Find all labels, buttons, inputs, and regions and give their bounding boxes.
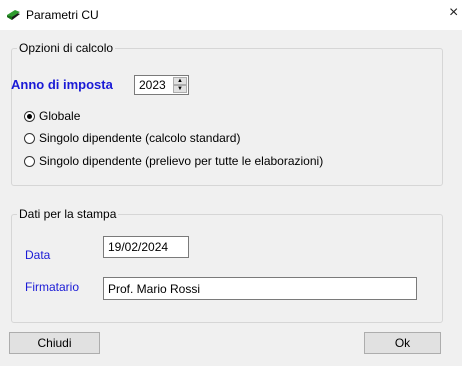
radio-singolo-standard[interactable]: Singolo dipendente (calcolo standard) (24, 131, 240, 145)
close-button[interactable]: Chiudi (9, 332, 100, 354)
radio-globale-button[interactable] (24, 110, 35, 122)
signer-field[interactable] (103, 277, 417, 300)
radio-singolo-standard-label: Singolo dipendente (calcolo standard) (39, 131, 241, 145)
print-data-legend: Dati per la stampa (17, 207, 119, 221)
radio-globale-label: Globale (39, 109, 81, 123)
year-label: Anno di imposta (11, 77, 113, 92)
radio-singolo-prelievo-label: Singolo dipendente (prelievo per tutte l… (39, 154, 324, 168)
title-bar: Parametri CU × (0, 0, 462, 30)
radio-singolo-prelievo[interactable]: Singolo dipendente (prelievo per tutte l… (24, 154, 323, 168)
date-label: Data (25, 248, 51, 262)
ok-button[interactable]: Ok (364, 332, 441, 354)
radio-singolo-standard-button[interactable] (24, 132, 35, 144)
spin-buttons: ▲ ▼ (173, 77, 187, 93)
window-title: Parametri CU (26, 8, 99, 22)
spin-up-icon[interactable]: ▲ (173, 77, 187, 85)
app-icon (7, 10, 20, 20)
year-spinner[interactable]: 2023 ▲ ▼ (134, 75, 189, 95)
date-field[interactable] (103, 236, 189, 258)
dialog-body: Opzioni di calcolo Anno di imposta 2023 … (0, 30, 462, 366)
radio-singolo-prelievo-button[interactable] (24, 155, 35, 167)
radio-globale[interactable]: Globale (24, 109, 80, 123)
calc-options-legend: Opzioni di calcolo (17, 41, 116, 55)
signer-label: Firmatario (25, 280, 80, 294)
spin-down-icon[interactable]: ▼ (173, 85, 187, 93)
close-icon[interactable]: × (449, 5, 458, 21)
print-data-group: Dati per la stampa (11, 207, 443, 323)
year-value[interactable]: 2023 (139, 78, 166, 92)
